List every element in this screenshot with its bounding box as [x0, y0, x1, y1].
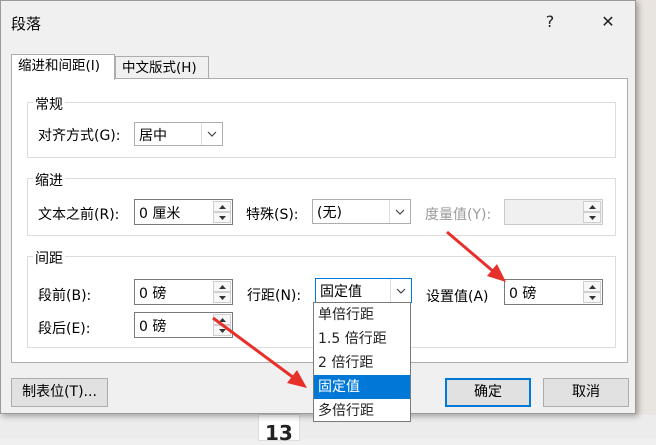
tabs-button[interactable]: 制表位(T)...: [11, 378, 108, 407]
tab-indent-spacing[interactable]: 缩进和间距(I): [11, 54, 115, 80]
line-spacing-value: 固定值: [320, 284, 362, 300]
spin-up-icon[interactable]: [213, 281, 231, 292]
tab-chinese-layout[interactable]: 中文版式(H): [115, 56, 209, 80]
set-value-stepper[interactable]: 0 磅: [504, 279, 603, 305]
spin-down-icon[interactable]: [213, 325, 231, 336]
special-select[interactable]: (无): [312, 199, 411, 224]
before-spacing-value: 0 磅: [139, 286, 167, 302]
chevron-down-icon: [389, 200, 410, 223]
spin-up-icon[interactable]: [213, 314, 231, 325]
help-button[interactable]: ?: [537, 9, 563, 35]
before-spacing-label: 段前(B):: [38, 288, 92, 304]
before-text-value: 0 厘米: [139, 206, 181, 222]
line-spacing-select[interactable]: 固定值: [315, 278, 412, 303]
close-button[interactable]: ✕: [595, 9, 621, 35]
before-text-label: 文本之前(R):: [38, 207, 120, 223]
dialog-title: 段落: [11, 15, 42, 33]
measure-stepper[interactable]: [504, 199, 603, 225]
option-single[interactable]: 单倍行距: [314, 303, 410, 327]
measure-label: 度量值(Y):: [425, 207, 492, 223]
line-spacing-label: 行距(N):: [247, 288, 302, 304]
chevron-down-icon: [390, 279, 411, 302]
option-multiple[interactable]: 多倍行距: [314, 399, 410, 423]
cancel-button[interactable]: 取消: [543, 378, 629, 407]
ok-button[interactable]: 确定: [445, 378, 531, 407]
spin-down-icon[interactable]: [213, 292, 231, 303]
spin-down-icon[interactable]: [213, 212, 231, 223]
indent-group-title: 缩进: [33, 170, 65, 190]
spin-up-icon[interactable]: [583, 281, 601, 292]
after-spacing-value: 0 磅: [139, 319, 167, 335]
background-strip: [634, 0, 656, 439]
option-one-half[interactable]: 1.5 倍行距: [314, 327, 410, 351]
set-value: 0 磅: [509, 286, 537, 302]
spacing-group-title: 间距: [33, 248, 65, 268]
chevron-down-icon: [201, 123, 222, 145]
special-value: (无): [317, 205, 342, 221]
spin-down-icon[interactable]: [583, 292, 601, 303]
spin-down-icon[interactable]: [583, 212, 601, 223]
general-group-title: 常规: [33, 94, 65, 114]
option-double[interactable]: 2 倍行距: [314, 351, 410, 375]
after-spacing-stepper[interactable]: 0 磅: [134, 312, 233, 338]
alignment-select[interactable]: 居中: [134, 122, 223, 146]
before-spacing-stepper[interactable]: 0 磅: [134, 279, 233, 305]
special-label: 特殊(S):: [246, 207, 299, 223]
alignment-value: 居中: [139, 128, 167, 144]
spin-up-icon[interactable]: [583, 201, 601, 212]
line-spacing-dropdown[interactable]: 单倍行距 1.5 倍行距 2 倍行距 固定值 多倍行距: [313, 302, 411, 422]
option-exactly[interactable]: 固定值: [314, 375, 410, 399]
spin-up-icon[interactable]: [213, 201, 231, 212]
alignment-label: 对齐方式(G):: [38, 128, 121, 144]
page-number-box: 13: [258, 414, 300, 445]
after-spacing-label: 段后(E):: [38, 321, 91, 337]
set-value-label: 设置值(A): [426, 289, 489, 305]
before-text-stepper[interactable]: 0 厘米: [134, 199, 233, 225]
page-number: 13: [265, 421, 293, 445]
